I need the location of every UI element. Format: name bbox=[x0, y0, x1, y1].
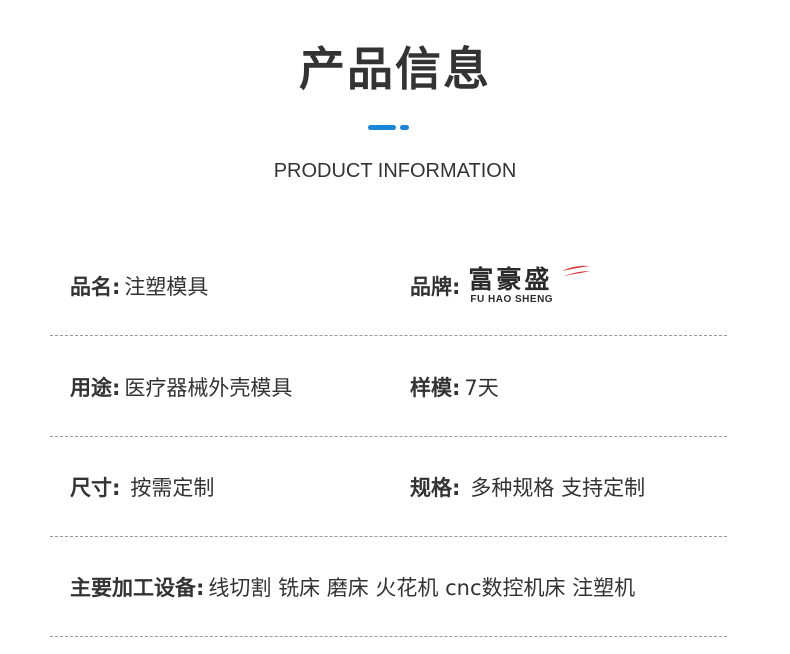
sample-mold-field: 样模: 7天 bbox=[410, 337, 499, 437]
product-name-field: 品名: 注塑模具 bbox=[70, 236, 208, 336]
usage-field: 用途: 医疗器械外壳模具 bbox=[70, 337, 292, 437]
equipment-label: 主要加工设备: bbox=[70, 576, 205, 600]
size-value: 按需定制 bbox=[130, 476, 215, 500]
row-divider bbox=[50, 335, 727, 336]
size-field: 尺寸: 按需定制 bbox=[70, 437, 214, 537]
brand-logo-english-text: FU HAO SHENG bbox=[470, 294, 554, 305]
info-row-name-brand: 品名: 注塑模具 品牌: 富豪盛 FU HAO SHENG bbox=[50, 236, 727, 336]
specification-field: 规格: 多种规格 支持定制 bbox=[410, 437, 645, 537]
brand-logo: 富豪盛 FU HAO SHENG bbox=[468, 264, 592, 308]
accent-bar-short bbox=[400, 125, 409, 130]
brand-label: 品牌: bbox=[410, 275, 461, 299]
specification-label: 规格: bbox=[410, 476, 461, 500]
page-subtitle: PRODUCT INFORMATION bbox=[273, 160, 517, 182]
info-row-equipment: 主要加工设备: 线切割 铣床 磨床 火花机 cnc数控机床 注塑机 bbox=[50, 537, 727, 637]
usage-value: 医疗器械外壳模具 bbox=[124, 376, 293, 400]
brand-swoosh-icon bbox=[562, 265, 591, 276]
usage-label: 用途: bbox=[70, 376, 121, 400]
info-row-usage-sample: 用途: 医疗器械外壳模具 样模: 7天 bbox=[50, 337, 727, 437]
product-name-label: 品名: bbox=[70, 275, 121, 299]
sample-mold-value: 7天 bbox=[464, 376, 499, 400]
equipment-value: 线切割 铣床 磨床 火花机 cnc数控机床 注塑机 bbox=[208, 576, 636, 600]
equipment-field: 主要加工设备: 线切割 铣床 磨床 火花机 cnc数控机床 注塑机 bbox=[70, 537, 635, 637]
info-row-size-spec: 尺寸: 按需定制 规格: 多种规格 支持定制 bbox=[50, 437, 727, 537]
page-title: 产品信息 bbox=[299, 42, 491, 96]
accent-bar-long bbox=[368, 125, 396, 130]
brand-field: 品牌: 富豪盛 FU HAO SHENG bbox=[410, 236, 592, 336]
product-name-value: 注塑模具 bbox=[124, 275, 209, 299]
brand-logo-chinese-text: 富豪盛 bbox=[468, 265, 553, 294]
size-label: 尺寸: bbox=[70, 476, 121, 500]
sample-mold-label: 样模: bbox=[410, 376, 461, 400]
specification-value: 多种规格 支持定制 bbox=[470, 476, 646, 500]
row-divider bbox=[50, 636, 727, 637]
